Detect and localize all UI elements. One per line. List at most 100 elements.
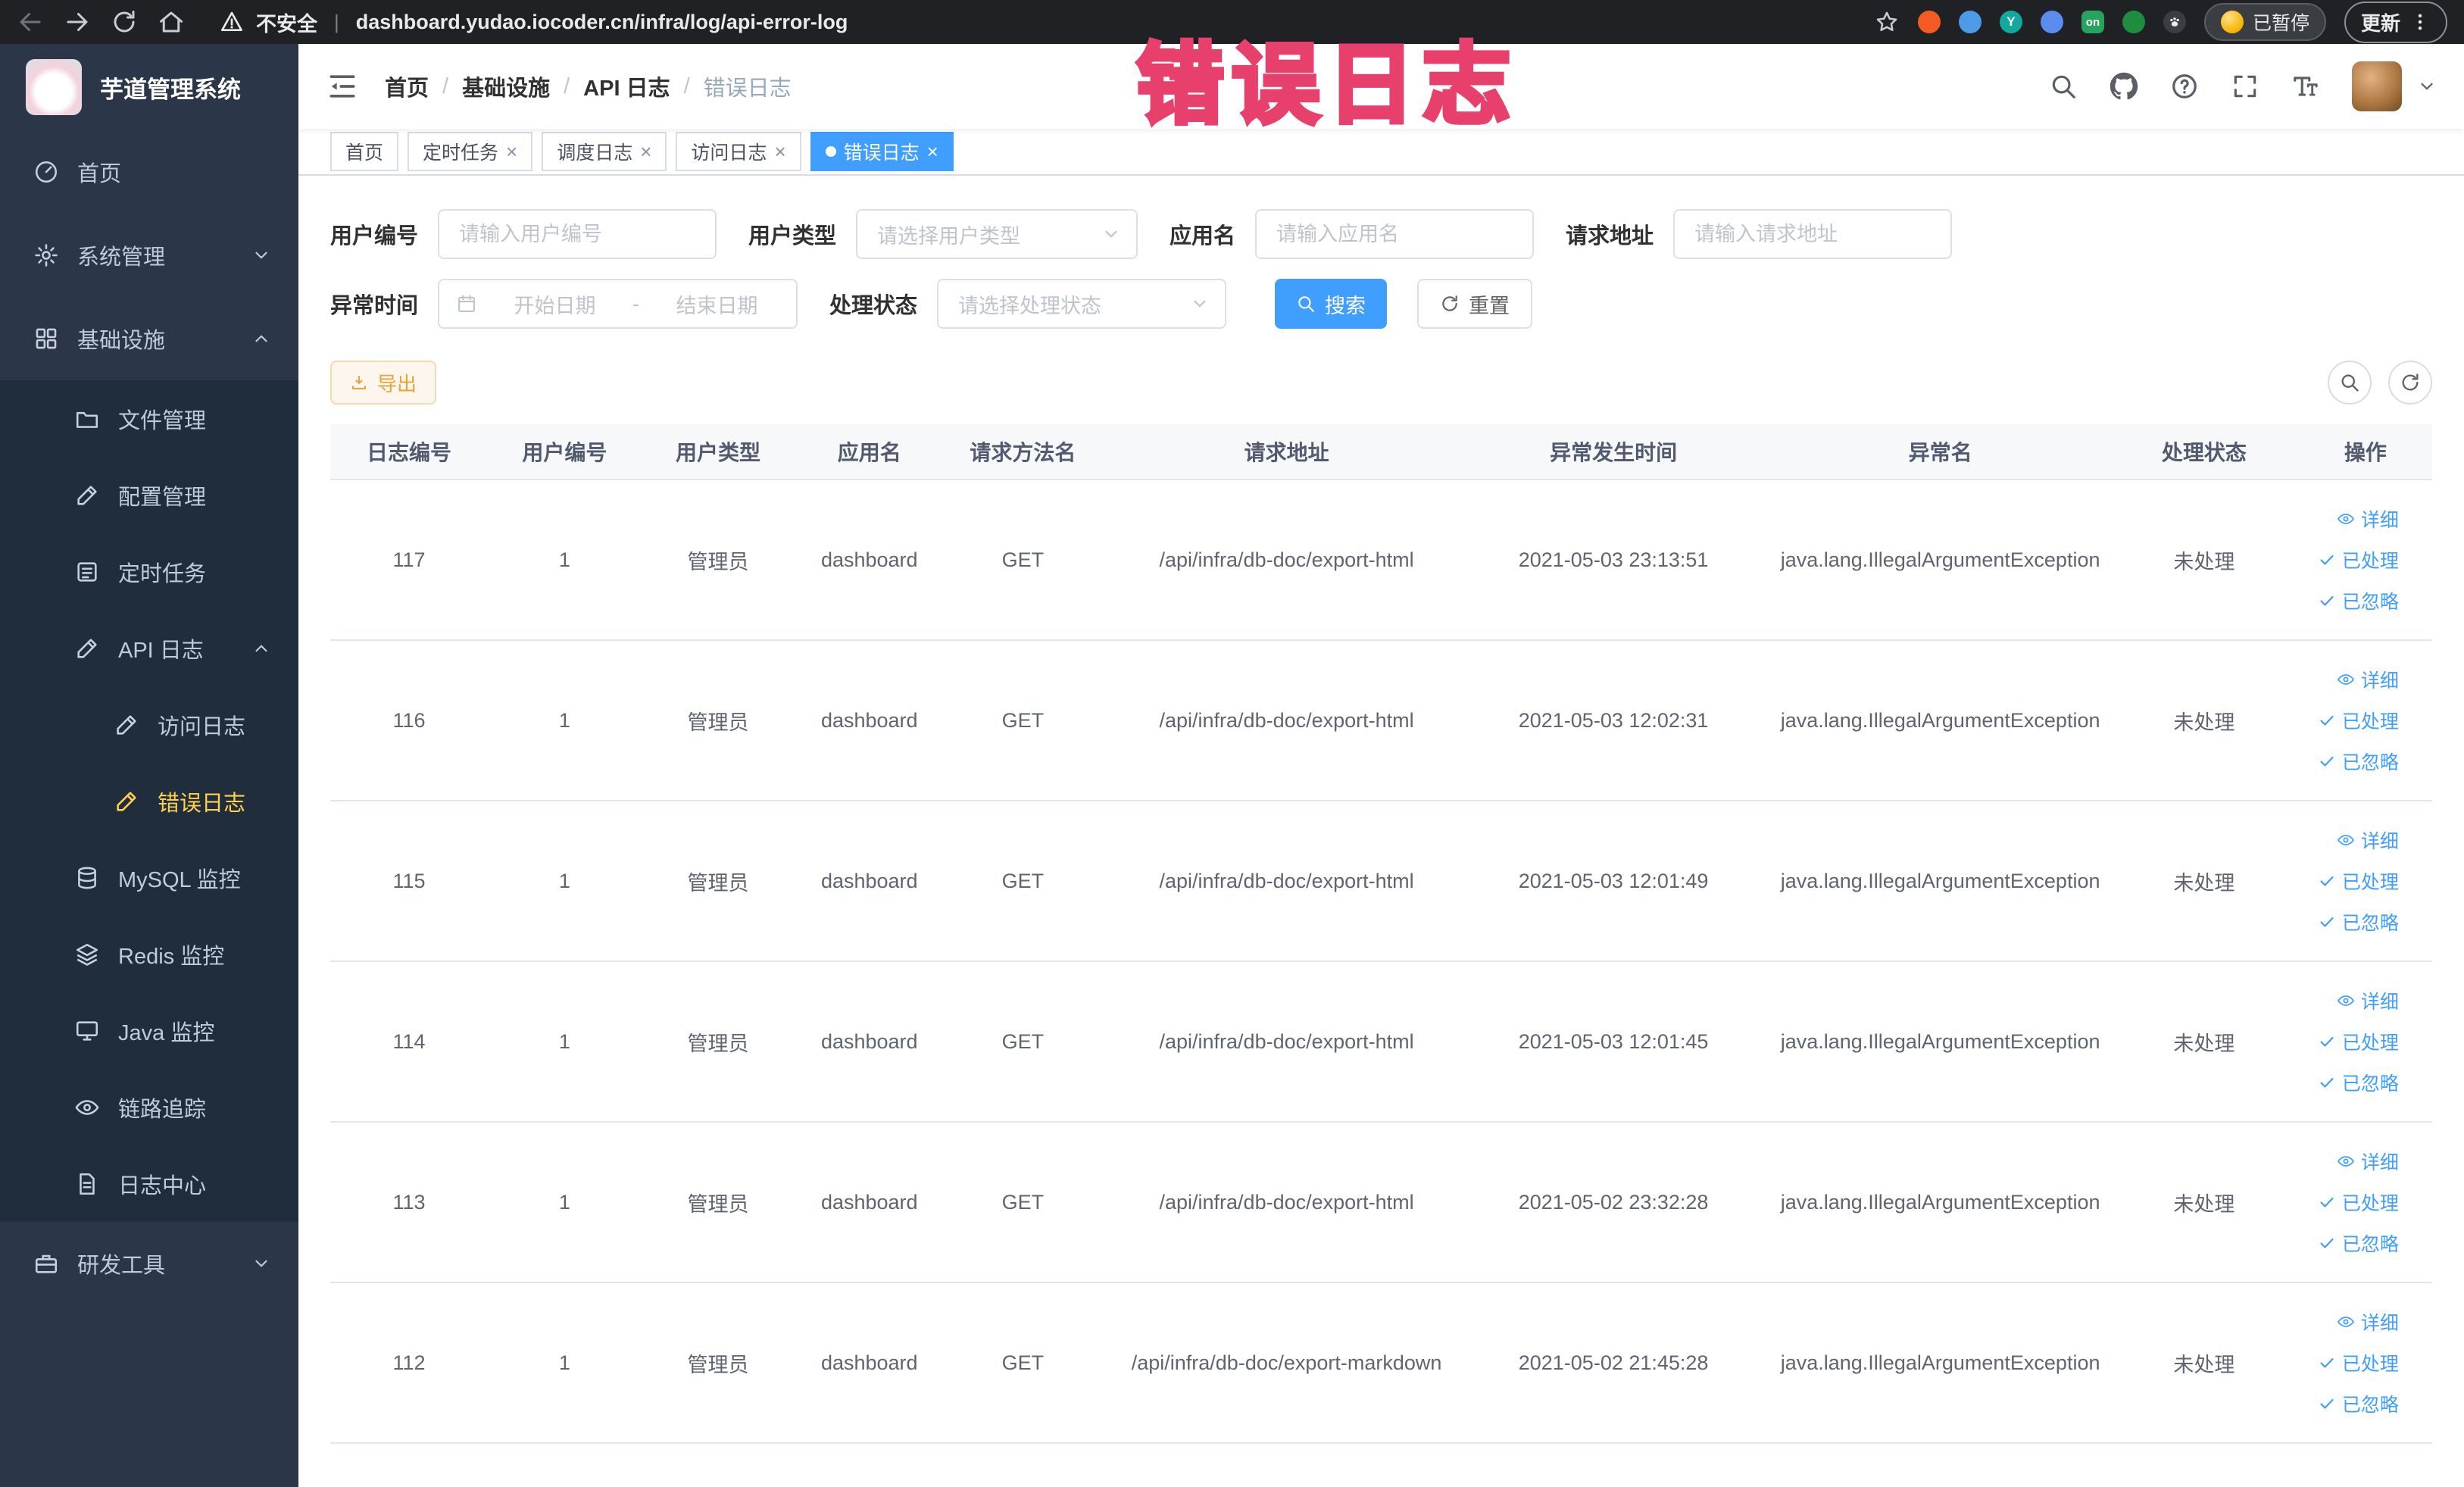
sidebar-item-file-management[interactable]: 文件管理 [0,380,298,457]
column-header-request-url: 请求地址 [1244,441,1329,464]
tab-error-log[interactable]: 错误日志 × [810,132,954,171]
tab-access-log[interactable]: 访问日志 × [676,132,801,171]
sidebar-item-redis-monitor[interactable]: Redis 监控 [0,916,298,992]
breadcrumb-home[interactable]: 首页 [385,70,429,102]
active-tab-dot [825,146,836,157]
tab-label: 首页 [345,142,384,164]
mark-processed-link[interactable]: 已处理 [2318,1189,2399,1216]
detail-link-label: 详细 [2360,1313,2399,1334]
close-icon[interactable]: × [774,142,785,161]
detail-link[interactable]: 详细 [2337,1308,2399,1335]
user-id-label: 用户编号 [330,224,419,248]
request-url-input[interactable] [1673,209,1953,259]
tab-home[interactable]: 首页 [330,132,399,171]
help-icon[interactable] [2170,72,2199,101]
app-logo[interactable]: 芋道管理系统 [0,44,298,130]
user-id-input[interactable] [438,209,717,259]
detail-link[interactable]: 详细 [2337,1148,2399,1175]
sidebar-item-dev-tools[interactable]: 研发工具 [0,1222,298,1305]
process-status-select[interactable]: 请选择处理状态 [937,279,1227,329]
sidebar-fold-icon[interactable] [326,70,359,103]
extension-icon[interactable] [1958,11,1982,33]
sidebar-item-home[interactable]: 首页 [0,130,298,214]
close-icon[interactable]: × [640,142,651,161]
detail-link[interactable]: 详细 [2337,666,2399,693]
exception-time-range-picker[interactable]: 开始日期 - 结束日期 [438,279,798,329]
mark-ignored-link[interactable]: 已忽略 [2318,1390,2399,1417]
ignored-link-label: 已忽略 [2341,752,2399,773]
sidebar-item-java-monitor[interactable]: Java 监控 [0,992,298,1069]
bookmark-star-icon[interactable] [1874,9,1900,35]
reset-button[interactable]: 重置 [1417,279,1533,329]
chevron-down-icon [1101,224,1121,244]
mark-ignored-link[interactable]: 已忽略 [2318,587,2399,614]
user-menu-caret-icon[interactable] [2417,77,2437,96]
export-button[interactable]: 导出 [330,361,437,405]
close-icon[interactable]: × [927,142,938,161]
sidebar-item-scheduled-jobs[interactable]: 定时任务 [0,533,298,610]
cell-user-type: 管理员 [687,1192,749,1216]
tab-schedule-log[interactable]: 调度日志 × [542,132,667,171]
breadcrumb-api-logs[interactable]: API 日志 [583,70,670,102]
font-size-icon[interactable] [2291,72,2320,101]
cell-app-name: dashboard [820,869,918,892]
mark-ignored-link[interactable]: 已忽略 [2318,1069,2399,1096]
paused-badge[interactable]: 已暂停 [2203,3,2326,41]
sidebar-item-access-log[interactable]: 访问日志 [0,686,298,763]
toggle-search-button[interactable] [2328,361,2372,405]
extension-paw-icon[interactable] [2163,11,2186,33]
mark-ignored-link[interactable]: 已忽略 [2318,748,2399,775]
mark-processed-link[interactable]: 已处理 [2318,546,2399,573]
sidebar-item-api-logs[interactable]: API 日志 [0,610,298,686]
sidebar-item-system-management[interactable]: 系统管理 [0,214,298,297]
browser-update-button[interactable]: 更新 [2344,1,2447,43]
mark-ignored-link[interactable]: 已忽略 [2318,1229,2399,1257]
close-icon[interactable]: × [506,142,517,161]
sidebar-item-error-log[interactable]: 错误日志 [0,763,298,839]
browser-forward-button[interactable] [64,8,91,36]
sidebar-item-infrastructure[interactable]: 基础设施 [0,297,298,380]
fullscreen-icon[interactable] [2231,72,2259,101]
browser-reload-button[interactable] [111,8,138,36]
user-avatar[interactable] [2352,61,2402,111]
detail-link[interactable]: 详细 [2337,505,2399,533]
user-type-select[interactable]: 请选择用户类型 [856,209,1138,259]
detail-link[interactable]: 详细 [2337,987,2399,1014]
mark-processed-link[interactable]: 已处理 [2318,1349,2399,1376]
breadcrumb: 首页 / 基础设施 / API 日志 / 错误日志 [385,70,792,102]
search-button[interactable]: 搜索 [1275,279,1388,329]
extension-icon[interactable]: Y [1999,11,2022,33]
cell-exception-name: java.lang.IllegalArgumentException [1780,1190,2100,1214]
sidebar-item-log-center[interactable]: 日志中心 [0,1145,298,1222]
refresh-table-button[interactable] [2388,361,2432,405]
mark-processed-link[interactable]: 已处理 [2318,707,2399,734]
address-bar[interactable]: 不安全 | dashboard.yudao.iocoder.cn/infra/l… [220,8,848,37]
github-icon[interactable] [2110,72,2138,101]
mark-processed-link[interactable]: 已处理 [2318,1028,2399,1055]
sidebar-item-trace[interactable]: 链路追踪 [0,1069,298,1145]
export-button-label: 导出 [377,372,417,395]
breadcrumb-infrastructure[interactable]: 基础设施 [462,70,550,102]
browser-back-button[interactable] [17,8,44,36]
extension-icon[interactable] [2122,11,2145,33]
cell-request-url: /api/infra/db-doc/export-html [1159,869,1414,892]
app-name-input[interactable] [1255,209,1535,259]
tab-scheduled-jobs[interactable]: 定时任务 × [408,132,533,171]
extension-icon[interactable] [2040,11,2063,33]
detail-link[interactable]: 详细 [2337,826,2399,854]
browser-menu-dots-icon[interactable] [2409,11,2431,33]
chevron-up-icon [251,639,271,658]
dashboard-icon [33,159,59,185]
search-icon [2339,372,2360,393]
user-type-label: 用户类型 [748,224,837,248]
extension-icon[interactable]: on [2081,11,2104,33]
check-icon [2318,711,2336,729]
header-search-icon[interactable] [2049,72,2078,101]
browser-home-button[interactable] [158,8,185,36]
mark-ignored-link[interactable]: 已忽略 [2318,908,2399,936]
mark-processed-link[interactable]: 已处理 [2318,867,2399,895]
breadcrumb-separator: / [564,73,570,98]
extension-icon[interactable] [1917,11,1941,33]
sidebar-item-mysql-monitor[interactable]: MySQL 监控 [0,839,298,916]
sidebar-item-config-management[interactable]: 配置管理 [0,457,298,533]
